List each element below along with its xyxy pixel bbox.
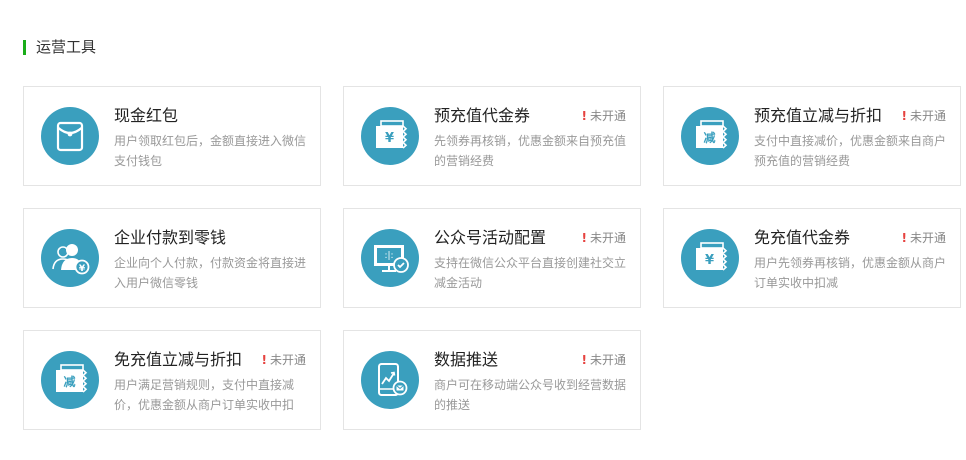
section-header: 运营工具 (23, 37, 96, 57)
status-badge: ! 未开通 (582, 230, 627, 246)
tool-description: 企业向个人付款，付款资金将直接进入用户微信零钱 (114, 256, 307, 290)
tool-title: 公众号活动配置 (434, 228, 547, 247)
status-badge: ! 未开通 (582, 108, 627, 124)
status-text: 未开通 (589, 109, 626, 123)
status-badge: ! 未开通 (262, 352, 307, 368)
tool-title: 预充值立减与折扣 (754, 106, 883, 125)
tool-description: 用户先领券再核销，优惠金额从商户订单实收中扣减 (754, 256, 947, 290)
status-text: 未开通 (909, 109, 946, 123)
alert-icon: ! (261, 353, 267, 367)
status-text: 未开通 (589, 353, 626, 367)
yuan-coupon-icon: ¥ (681, 229, 739, 287)
alert-icon: ! (581, 353, 587, 367)
tool-description: 用户满足营销规则，支付中直接减价，优惠金额从商户订单实收中扣 (114, 378, 295, 412)
yuan-coupon-icon: ¥ (361, 107, 419, 165)
status-text: 未开通 (909, 231, 946, 245)
tool-title: 企业付款到零钱 (114, 228, 227, 247)
discount-coupon-icon: 减 (41, 351, 99, 409)
mobile-chart-icon (361, 351, 419, 409)
alert-icon: ! (581, 109, 587, 123)
tool-description: 支持在微信公众平台直接创建社交立减金活动 (434, 256, 627, 290)
status-badge: ! 未开通 (902, 108, 947, 124)
discount-coupon-icon: 减 (681, 107, 739, 165)
tool-card-prepaid-discount[interactable]: 减 预充值立减与折扣 ! 未开通 支付中直接减价，优惠金额来自商户预充值的营销经费 (663, 86, 961, 186)
tool-card-no-prepaid-voucher[interactable]: ¥ 免充值代金券 ! 未开通 用户先领券再核销，优惠金额从商户订单实收中扣减 (663, 208, 961, 308)
section-title: 运营工具 (36, 38, 97, 56)
tool-title: 数据推送 (434, 350, 499, 369)
svg-text:减: 减 (703, 130, 715, 145)
tool-card-enterprise-payment[interactable]: ¥ 企业付款到零钱 企业向个人付款，付款资金将直接进入用户微信零钱 (23, 208, 321, 308)
tool-card-data-push[interactable]: 数据推送 ! 未开通 商户可在移动端公众号收到经营数据的推送 (343, 330, 641, 430)
svg-text:减: 减 (63, 374, 75, 389)
tool-card-prepaid-voucher[interactable]: ¥ 预充值代金券 ! 未开通 先领券再核销，优惠金额来自预充值的营销经费 (343, 86, 641, 186)
tool-description: 先领券再核销，优惠金额来自预充值的营销经费 (434, 134, 627, 168)
monitor-settings-icon: :|: (361, 229, 419, 287)
svg-text:¥: ¥ (705, 253, 714, 268)
alert-icon: ! (581, 231, 587, 245)
tool-description: 商户可在移动端公众号收到经营数据的推送 (434, 378, 627, 412)
svg-text:¥: ¥ (385, 131, 394, 146)
tool-title: 预充值代金券 (434, 106, 531, 125)
red-envelope-icon (41, 107, 99, 165)
section-accent-bar (23, 39, 26, 55)
status-text: 未开通 (269, 353, 306, 367)
tool-card-cash-red-packet[interactable]: 现金红包 用户领取红包后，金额直接进入微信支付钱包 (23, 86, 321, 186)
alert-icon: ! (901, 109, 907, 123)
alert-icon: ! (901, 231, 907, 245)
status-text: 未开通 (589, 231, 626, 245)
people-payment-icon: ¥ (41, 229, 99, 287)
tool-card-official-account-campaign[interactable]: :|: 公众号活动配置 ! 未开通 支持在微信公众平台直接创建社交立减金活动 (343, 208, 641, 308)
status-badge: ! 未开通 (582, 352, 627, 368)
tool-title: 免充值立减与折扣 (114, 350, 243, 369)
tool-title: 现金红包 (114, 106, 179, 125)
status-badge: ! 未开通 (902, 230, 947, 246)
svg-text::|:: :|: (384, 251, 393, 261)
svg-text:¥: ¥ (79, 264, 86, 274)
tool-description: 用户领取红包后，金额直接进入微信支付钱包 (114, 134, 307, 168)
tool-title: 免充值代金券 (754, 228, 851, 247)
tool-description: 支付中直接减价，优惠金额来自商户预充值的营销经费 (754, 134, 947, 168)
tool-card-no-prepaid-discount[interactable]: 减 免充值立减与折扣 ! 未开通 用户满足营销规则，支付中直接减价，优惠金额从商户… (23, 330, 321, 430)
